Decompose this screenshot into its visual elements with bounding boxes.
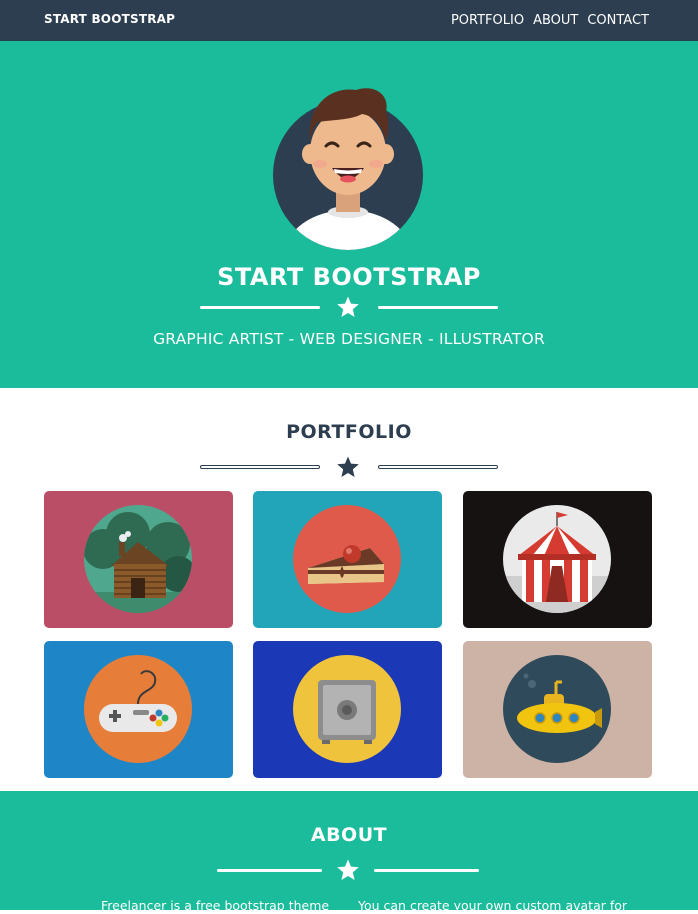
hero-title: START BOOTSTRAP [217, 263, 481, 291]
cake-icon [293, 505, 401, 613]
hero-subtitle: GRAPHIC ARTIST - WEB DESIGNER - ILLUSTRA… [153, 330, 545, 348]
about-section: ABOUT Freelancer is a free bootstrap the… [0, 791, 698, 913]
about-title: ABOUT [310, 824, 388, 846]
navbar-brand[interactable]: START BOOTSTRAP [44, 12, 175, 26]
avatar [273, 88, 423, 250]
star-icon [337, 456, 359, 477]
navbar: START BOOTSTRAP PORTFOLIO ABOUT CONTACT [0, 0, 698, 41]
portfolio-item-submarine[interactable] [463, 641, 652, 778]
star-icon [337, 859, 359, 880]
about-divider [217, 858, 479, 882]
cabin-icon [84, 505, 192, 613]
about-text-right: You can create your own custom avatar fo… [358, 898, 628, 913]
submarine-icon [503, 655, 611, 763]
hero-section: START BOOTSTRAP GRAPHIC ARTIST - WEB DES… [0, 41, 698, 388]
divider-line-left [200, 465, 320, 469]
safe-icon [293, 655, 401, 763]
about-text-left: Freelancer is a free bootstrap theme [101, 898, 330, 913]
divider-line-left [200, 306, 320, 309]
divider-line-right [378, 306, 498, 309]
star-icon [337, 296, 359, 317]
portfolio-item-safe[interactable] [253, 641, 442, 778]
divider-line-left [217, 869, 322, 872]
hero-divider [200, 295, 498, 319]
nav-link-about[interactable]: ABOUT [533, 13, 578, 28]
portfolio-divider [200, 455, 498, 479]
portfolio-item-cake[interactable] [253, 491, 442, 628]
circus-tent-icon [503, 505, 611, 613]
nav-link-contact[interactable]: CONTACT [587, 13, 649, 28]
divider-line-right [374, 869, 479, 872]
portfolio-item-cabin[interactable] [44, 491, 233, 628]
portfolio-title: PORTFOLIO [286, 421, 412, 443]
game-controller-icon [84, 655, 192, 763]
nav-links: PORTFOLIO ABOUT CONTACT [451, 13, 649, 28]
portfolio-item-circus[interactable] [463, 491, 652, 628]
portfolio-item-game[interactable] [44, 641, 233, 778]
divider-line-right [378, 465, 498, 469]
nav-link-portfolio[interactable]: PORTFOLIO [451, 13, 524, 28]
